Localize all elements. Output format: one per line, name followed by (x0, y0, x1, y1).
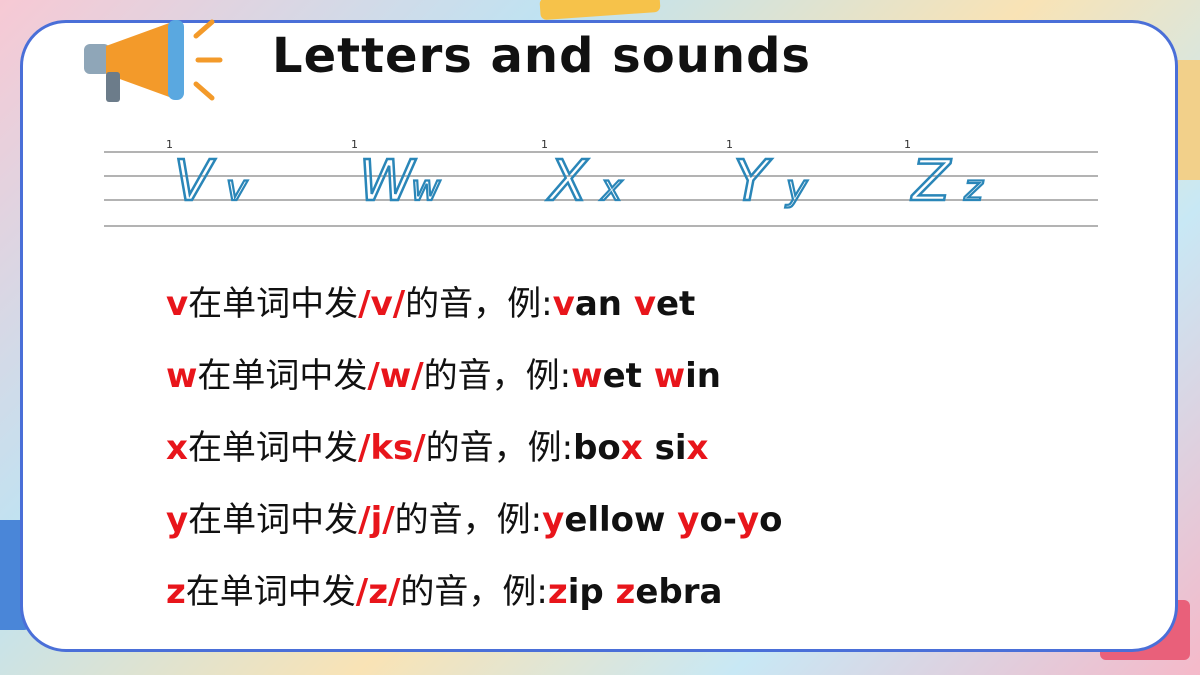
example-part: bo (573, 428, 621, 468)
megaphone-icon (84, 19, 223, 102)
lowercase-y: y (785, 168, 808, 209)
uppercase-y: Y (734, 149, 772, 214)
rule-text: 在单词中发 (188, 284, 359, 324)
uppercase-w: W (359, 149, 417, 214)
rule-text: 在单词中发 (185, 572, 356, 612)
rule-letter: x (166, 428, 188, 468)
letter-pair-w: Ww 1 (351, 138, 442, 215)
rule-text: 在单词中发 (197, 356, 368, 396)
rule-text: 的音，例: (423, 356, 572, 396)
example-part: si (654, 428, 687, 468)
rule-sound: /v/ (358, 284, 406, 324)
stroke-number: 1 (726, 138, 733, 151)
example-part: ip (567, 572, 604, 612)
page-title: Letters and sounds (272, 28, 811, 84)
stroke-number: 1 (166, 138, 173, 151)
rule-text: 的音，例: (394, 500, 543, 540)
rule-letter: v (166, 284, 189, 324)
phonics-rules: v在单词中发/v/的音，例:van vet w在单词中发/w/的音，例:wet w… (166, 268, 782, 628)
letter-pair-v: Vv 1 (166, 138, 249, 215)
rule-sound: /w/ (367, 356, 424, 396)
example-highlight: z (615, 572, 636, 612)
rule-sound: /z/ (355, 572, 401, 612)
example-part: an (574, 284, 622, 324)
example-highlight: z (547, 572, 568, 612)
lowercase-v: v (226, 168, 248, 209)
example-highlight: y (736, 500, 760, 540)
letter-pair-x: Xx 1 (541, 138, 624, 215)
rule-text: 在单词中发 (187, 428, 358, 468)
rule-sound: /ks/ (357, 428, 426, 468)
lowercase-x: x (600, 168, 623, 209)
rule-row-w: w在单词中发/w/的音，例:wet win (166, 340, 782, 412)
rule-row-x: x在单词中发/ks/的音，例:box six (166, 412, 782, 484)
example-highlight: x (620, 428, 643, 468)
uppercase-v: V (174, 149, 216, 214)
example-part: o (759, 500, 783, 540)
lowercase-z: z (963, 168, 984, 209)
example-part: o- (699, 500, 737, 540)
example-highlight: v (633, 284, 656, 324)
stroke-number: 1 (541, 138, 548, 151)
rule-letter: y (166, 500, 189, 540)
uppercase-x: X (546, 149, 589, 214)
rule-letter: w (166, 356, 198, 396)
rule-text: 的音，例: (405, 284, 553, 324)
example-part: ebra (635, 572, 723, 612)
stroke-number: 1 (904, 138, 911, 151)
example-highlight: v (552, 284, 575, 324)
rule-row-v: v在单词中发/v/的音，例:van vet (166, 268, 782, 340)
example-highlight: w (571, 356, 603, 396)
rule-sound: /j/ (358, 500, 395, 540)
example-part: et (655, 284, 696, 324)
handwriting-guide: Vv1Ww1X x1Y y1Z z1 (104, 138, 1098, 227)
letter-pair-y: Yy 1 (726, 138, 809, 215)
rule-text: 在单词中发 (188, 500, 359, 540)
example-part: in (685, 356, 721, 396)
letter-pair-z: Zz 1 (904, 138, 985, 215)
example-highlight: w (653, 356, 686, 396)
example-highlight: y (677, 500, 700, 540)
uppercase-z: Z (910, 149, 952, 214)
stroke-number: 1 (351, 138, 358, 151)
rule-letter: z (166, 572, 186, 612)
rule-text: 的音，例: (425, 428, 574, 468)
bg-pencil-top (539, 0, 661, 21)
rule-row-z: z在单词中发/z/的音，例:zip zebra (166, 556, 782, 628)
rule-row-y: y在单词中发/j/的音，例:yellow yo-yo (166, 484, 782, 556)
example-highlight: y (542, 500, 565, 540)
example-highlight: x (686, 428, 709, 468)
lowercase-w: w (411, 168, 441, 209)
rule-text: 的音，例: (400, 572, 548, 612)
example-part: et (602, 356, 642, 396)
example-part: ellow (564, 500, 666, 540)
